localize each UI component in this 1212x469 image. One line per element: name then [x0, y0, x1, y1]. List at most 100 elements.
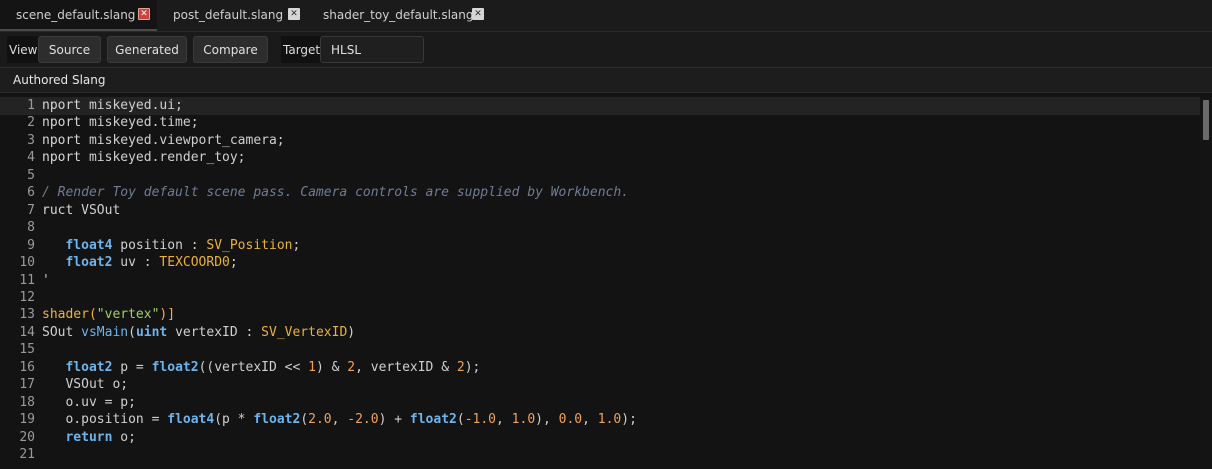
code-token: );	[621, 412, 637, 428]
code-line[interactable]: 19 o.position = float4(p * float2(2.0, -…	[0, 411, 1200, 429]
code-line[interactable]: 4 nport miskeyed.render_toy;	[0, 149, 1200, 167]
code-line[interactable]: 21	[0, 446, 1200, 464]
code-token: 1	[308, 359, 316, 375]
code-token: vsMain	[81, 324, 129, 340]
code-token: ) +	[378, 412, 410, 428]
code-token: -1.0	[464, 412, 497, 428]
code-token: (	[128, 324, 136, 340]
code-token: o.position =	[42, 412, 168, 428]
code-line[interactable]: 9 float4 position : SV_Position;	[0, 237, 1200, 255]
tab-scene-default[interactable]: scene_default.slang ✕	[0, 0, 157, 31]
code-line[interactable]: 17 VSOut o;	[0, 376, 1200, 394]
code-line[interactable]: 10 float2 uv : TEXCOORD0;	[0, 254, 1200, 272]
code-token: VSOut o;	[42, 377, 129, 393]
code-token: ),	[535, 412, 559, 428]
code-token: )	[347, 324, 356, 340]
line-number: 20	[19, 429, 35, 445]
code-line[interactable]: 14 SOut vsMain(uint vertexID : SV_VertexI…	[0, 324, 1200, 342]
tab-shader-toy-default[interactable]: shader_toy_default.slang ✕	[309, 0, 499, 31]
code-line[interactable]: 15	[0, 341, 1200, 359]
line-number: 13	[19, 307, 35, 323]
code-token: SV_Position	[206, 237, 293, 253]
code-token: float2	[65, 255, 113, 271]
code-token: SV_VertexID	[261, 324, 348, 340]
section-title: Authored Slang	[13, 73, 106, 87]
code-line[interactable]: 7 ruct VSOut	[0, 202, 1200, 220]
code-token: miskeyed.render_toy;	[81, 150, 246, 166]
close-tab-icon[interactable]: ✕	[288, 8, 300, 20]
code-line[interactable]: 6 / Render Toy default scene pass. Camera…	[0, 184, 1200, 202]
tab-post-default[interactable]: post_default.slang ✕	[158, 0, 308, 31]
code-token: VSOut	[73, 202, 121, 218]
code-token: uint	[135, 324, 168, 340]
code-token: float2	[253, 412, 301, 428]
source-button[interactable]: Source	[38, 36, 101, 63]
code-token: float2	[151, 359, 199, 375]
tab-label: shader_toy_default.slang	[323, 8, 474, 22]
scrollbar-thumb[interactable]	[1203, 100, 1209, 140]
code-line[interactable]: 5	[0, 167, 1200, 185]
scrollbar-track[interactable]	[1200, 97, 1212, 469]
code-token: )]	[159, 307, 176, 323]
code-line[interactable]: 16 float2 p = float2((vertexID << 1) & 2…	[0, 359, 1200, 377]
code-line[interactable]: 8	[0, 219, 1200, 237]
code-text: ruct VSOut	[42, 203, 1192, 218]
code-token: miskeyed.viewport_camera;	[81, 132, 285, 148]
line-number: 6	[27, 185, 35, 201]
code-token: o.uv = p;	[42, 394, 136, 410]
line-number: 8	[27, 220, 35, 236]
line-number: 2	[27, 115, 35, 131]
target-label: Target	[281, 36, 323, 63]
toolbar: View Source Generated Compare Target HLS…	[0, 32, 1212, 68]
code-text: nport miskeyed.time;	[42, 115, 1192, 130]
code-token: "vertex"	[96, 307, 160, 323]
view-label: View	[7, 36, 40, 63]
code-text: / Render Toy default scene pass. Camera …	[42, 185, 1192, 200]
close-tab-icon[interactable]: ✕	[472, 8, 484, 20]
line-number: 10	[19, 255, 35, 271]
line-number: 21	[19, 447, 35, 462]
target-select[interactable]: HLSL	[320, 36, 424, 63]
code-token: ;	[229, 255, 238, 271]
code-token: return	[65, 429, 113, 445]
line-number: 5	[27, 167, 35, 183]
line-number: 11	[19, 272, 35, 288]
code-token: , vertexID &	[355, 359, 457, 375]
code-text: SOut vsMain(uint vertexID : SV_VertexID)	[42, 325, 1192, 340]
code-text: float4 position : SV_Position;	[42, 238, 1192, 253]
compare-button[interactable]: Compare	[193, 36, 268, 63]
generated-button[interactable]: Generated	[107, 36, 187, 63]
code-line[interactable]: 11 '	[0, 272, 1200, 290]
code-token: p =	[112, 359, 152, 375]
code-token: miskeyed.time;	[81, 115, 199, 131]
code-token: float4	[65, 237, 113, 253]
code-token: nport	[42, 98, 82, 113]
code-text: '	[42, 273, 1192, 288]
code-line[interactable]: 20 return o;	[0, 429, 1200, 447]
code-token: float4	[167, 412, 215, 428]
code-line[interactable]: 13 shader("vertex")]	[0, 306, 1200, 324]
code-token: (	[300, 412, 309, 428]
code-line[interactable]: 2 nport miskeyed.time;	[0, 114, 1200, 132]
code-token: '	[42, 272, 50, 288]
line-number: 7	[27, 202, 35, 218]
code-line[interactable]: 3 nport miskeyed.viewport_camera;	[0, 132, 1200, 150]
code-editor[interactable]: 1 nport miskeyed.ui; 2 nport miskeyed.time;…	[0, 93, 1212, 469]
code-token: ,	[331, 412, 348, 428]
code-text: nport miskeyed.ui;	[42, 98, 1192, 113]
code-line[interactable]: 12	[0, 289, 1200, 307]
code-line[interactable]: 18 o.uv = p;	[0, 394, 1200, 412]
code-token: float2	[409, 412, 457, 428]
line-number: 14	[19, 324, 35, 340]
code-text: float2 p = float2((vertexID << 1) & 2, v…	[42, 360, 1192, 375]
code-text: nport miskeyed.render_toy;	[42, 150, 1192, 165]
code-line[interactable]: 1 nport miskeyed.ui;	[0, 97, 1200, 115]
close-tab-icon[interactable]: ✕	[138, 8, 150, 20]
code-token: o;	[112, 429, 136, 445]
code-token: / Render Toy default scene pass. Camera …	[42, 185, 629, 201]
tab-label: post_default.slang	[173, 8, 284, 22]
code-token: ruct	[42, 202, 74, 218]
